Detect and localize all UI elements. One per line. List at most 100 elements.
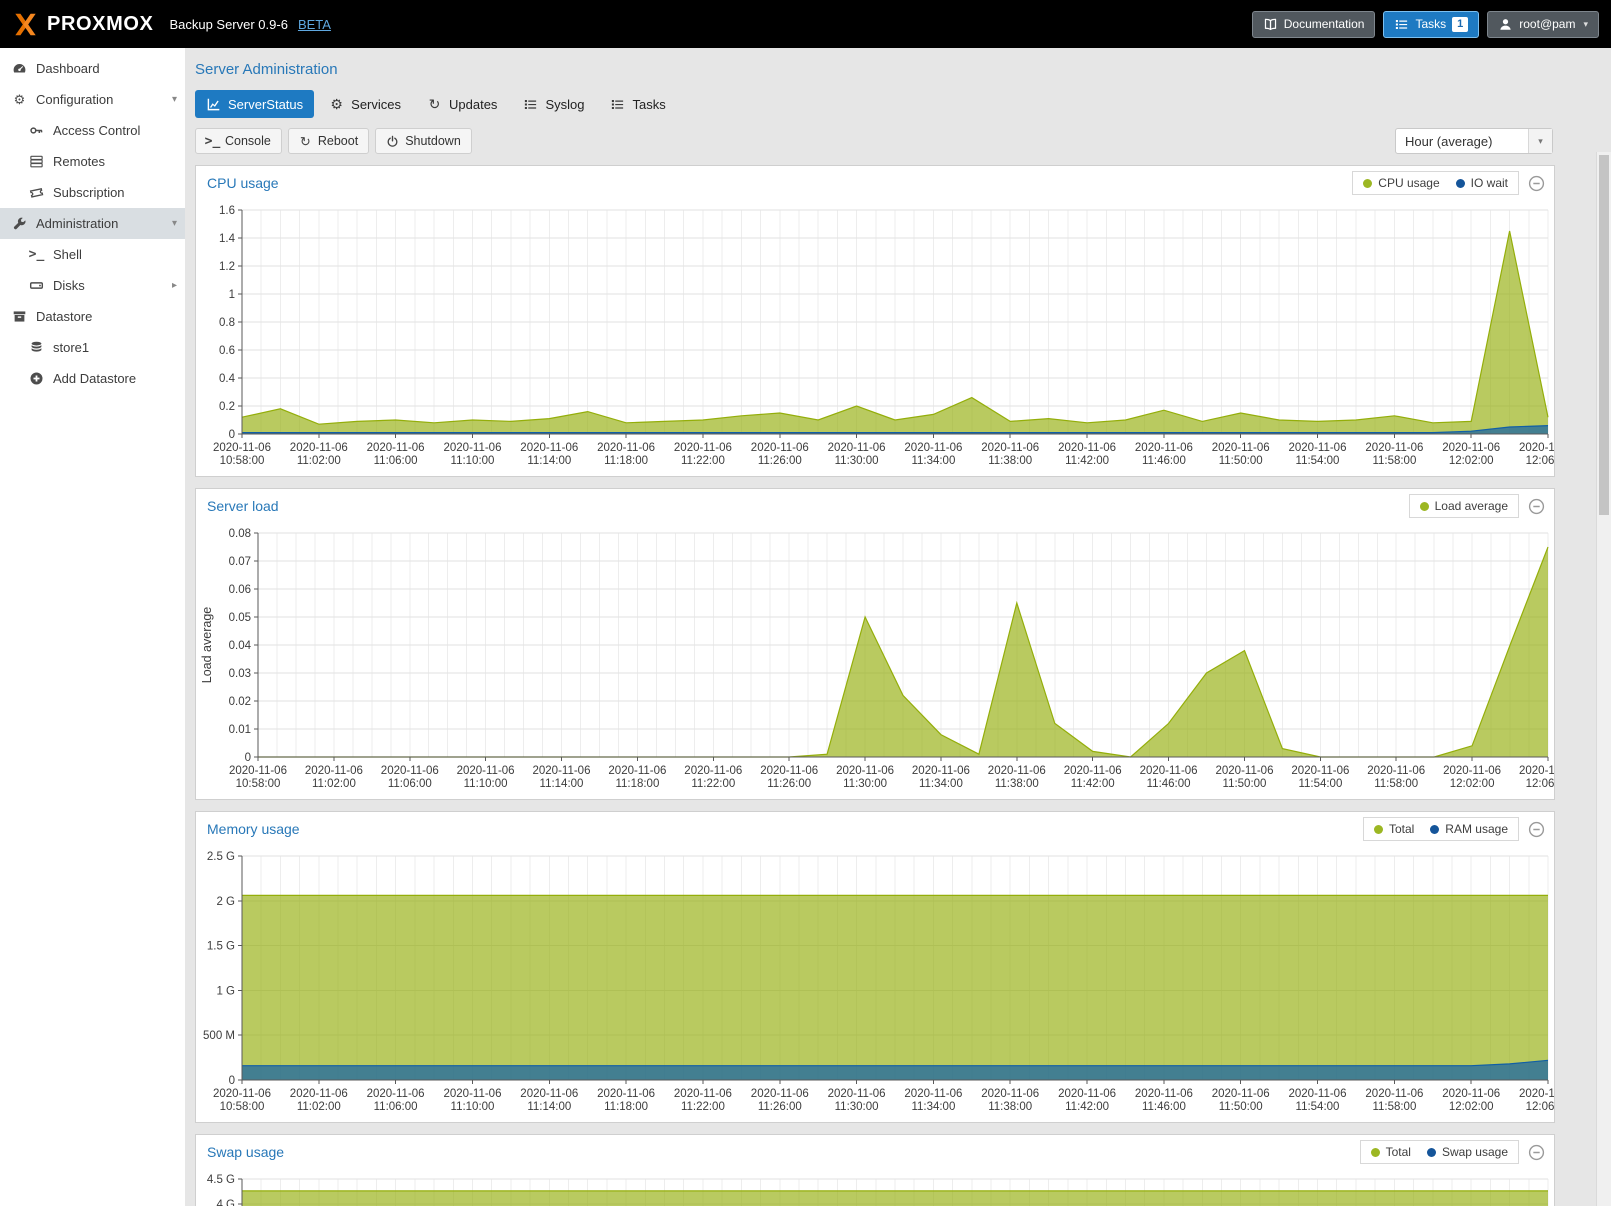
svg-text:12:02:00: 12:02:00 bbox=[1449, 455, 1494, 467]
sidebar-item-remotes[interactable]: Remotes bbox=[0, 146, 185, 177]
reboot-button[interactable]: ↻ Reboot bbox=[288, 128, 369, 154]
chart-swap-usage: 0500 M1 G1.5 G2 G2.5 G3 G3.5 G4 G4.5 G20… bbox=[196, 1169, 1554, 1206]
tab-updates[interactable]: ↻Updates bbox=[416, 90, 508, 118]
scrollbar-thumb[interactable] bbox=[1599, 155, 1609, 515]
collapse-panel-icon[interactable] bbox=[1528, 821, 1545, 838]
sidebar-item-dashboard[interactable]: Dashboard bbox=[0, 53, 185, 84]
svg-text:1.5 G: 1.5 G bbox=[207, 941, 235, 953]
svg-text:2020-11-06: 2020-11-06 bbox=[213, 1088, 271, 1100]
chevron-right-icon[interactable]: ▸ bbox=[172, 280, 177, 291]
hdd-icon bbox=[29, 278, 44, 293]
svg-text:0.03: 0.03 bbox=[229, 668, 251, 680]
legend-item-total[interactable]: Total bbox=[1371, 1145, 1411, 1159]
svg-text:2020-11-06: 2020-11-06 bbox=[1064, 765, 1122, 777]
svg-text:1.6: 1.6 bbox=[219, 205, 235, 217]
panel-title: Memory usage bbox=[207, 821, 300, 837]
svg-text:2020-11-06: 2020-11-06 bbox=[290, 442, 348, 454]
tasks-button[interactable]: Tasks 1 bbox=[1383, 11, 1479, 38]
legend-label: Swap usage bbox=[1442, 1145, 1508, 1159]
legend-item-swap-usage[interactable]: Swap usage bbox=[1427, 1145, 1508, 1159]
sidebar-item-shell[interactable]: >_Shell bbox=[0, 239, 185, 270]
sidebar-item-administration[interactable]: Administration ▾ bbox=[0, 208, 185, 239]
svg-text:0.01: 0.01 bbox=[229, 724, 251, 736]
tab-tasks[interactable]: Tasks bbox=[599, 90, 676, 118]
console-button[interactable]: >_ Console bbox=[195, 128, 282, 154]
svg-text:2020-11-06: 2020-11-06 bbox=[305, 765, 363, 777]
svg-text:11:50:00: 11:50:00 bbox=[1223, 778, 1267, 790]
chevron-down-icon[interactable]: ▾ bbox=[172, 94, 177, 105]
list-icon bbox=[523, 97, 538, 112]
plus-circle-icon bbox=[29, 371, 44, 386]
vertical-scrollbar[interactable] bbox=[1596, 152, 1611, 1206]
svg-text:2020-11-06: 2020-11-06 bbox=[751, 442, 809, 454]
svg-text:2020-11-06: 2020-11-06 bbox=[520, 1088, 578, 1100]
svg-text:10:58:00: 10:58:00 bbox=[220, 1101, 265, 1113]
svg-text:1 G: 1 G bbox=[216, 985, 235, 997]
svg-text:2020-11-06: 2020-11-06 bbox=[1365, 1088, 1423, 1100]
legend-label: Load average bbox=[1435, 499, 1508, 513]
toolbar: >_ Console ↻ Reboot Shutdown Hour (avera… bbox=[195, 128, 1553, 154]
svg-text:0.06: 0.06 bbox=[229, 584, 251, 596]
collapse-panel-icon[interactable] bbox=[1528, 1144, 1545, 1161]
svg-text:11:42:00: 11:42:00 bbox=[1065, 1101, 1109, 1113]
svg-text:2.5 G: 2.5 G bbox=[207, 851, 235, 863]
legend-item-io-wait[interactable]: IO wait bbox=[1456, 176, 1508, 190]
tab-syslog[interactable]: Syslog bbox=[512, 90, 595, 118]
svg-text:0.8: 0.8 bbox=[219, 317, 235, 329]
svg-text:0.07: 0.07 bbox=[229, 556, 251, 568]
collapse-panel-icon[interactable] bbox=[1528, 175, 1545, 192]
sidebar-item-label: Administration bbox=[36, 216, 118, 231]
legend-item-total[interactable]: Total bbox=[1374, 822, 1414, 836]
tab-services[interactable]: ⚙Services bbox=[318, 90, 412, 118]
chart-legend: Total Swap usage bbox=[1360, 1140, 1519, 1164]
legend-dot-icon bbox=[1363, 179, 1372, 188]
user-label: root@pam bbox=[1519, 17, 1575, 31]
sidebar-item-store1[interactable]: store1 bbox=[0, 332, 185, 363]
dropdown-trigger[interactable]: ▾ bbox=[1528, 129, 1552, 153]
documentation-label: Documentation bbox=[1284, 17, 1365, 31]
svg-text:2020-11-06: 2020-11-06 bbox=[674, 442, 732, 454]
svg-text:2020-11-06: 2020-11-06 bbox=[1443, 765, 1501, 777]
sidebar-item-disks[interactable]: Disks▸ bbox=[0, 270, 185, 301]
tab-label: Syslog bbox=[545, 97, 584, 112]
svg-text:2020-11-06: 2020-11-06 bbox=[444, 1088, 502, 1100]
legend-label: Total bbox=[1386, 1145, 1411, 1159]
proxmox-logo-icon bbox=[12, 11, 39, 38]
svg-text:2020-11-06: 2020-11-06 bbox=[213, 442, 271, 454]
chevron-down-icon[interactable]: ▾ bbox=[172, 218, 177, 229]
svg-text:0.6: 0.6 bbox=[219, 345, 235, 357]
legend-item-ram-usage[interactable]: RAM usage bbox=[1430, 822, 1508, 836]
svg-text:11:58:00: 11:58:00 bbox=[1372, 1101, 1416, 1113]
sidebar-item-datastore[interactable]: Datastore bbox=[0, 301, 185, 332]
documentation-button[interactable]: Documentation bbox=[1252, 11, 1376, 38]
sidebar-item-add-datastore[interactable]: Add Datastore bbox=[0, 363, 185, 394]
svg-text:11:10:00: 11:10:00 bbox=[451, 455, 495, 467]
chart-canvas: 00.20.40.60.811.21.41.62020-11-0610:58:0… bbox=[196, 200, 1554, 476]
user-menu-button[interactable]: root@pam ▾ bbox=[1487, 11, 1599, 38]
sidebar-item-configuration[interactable]: ⚙Configuration▾ bbox=[0, 84, 185, 115]
svg-text:2020-11-06: 2020-11-06 bbox=[597, 442, 655, 454]
svg-text:11:38:00: 11:38:00 bbox=[988, 455, 1032, 467]
chart-canvas: 00.010.020.030.040.050.060.070.082020-11… bbox=[196, 523, 1554, 799]
legend-label: CPU usage bbox=[1378, 176, 1439, 190]
timeframe-select[interactable]: Hour (average) ▾ bbox=[1395, 128, 1553, 154]
svg-text:2020-11-06: 2020-11-06 bbox=[904, 1088, 962, 1100]
svg-text:2020-11-06: 2020-11-06 bbox=[981, 442, 1039, 454]
sidebar-item-access-control[interactable]: Access Control bbox=[0, 115, 185, 146]
legend-dot-icon bbox=[1371, 1148, 1380, 1157]
svg-text:11:06:00: 11:06:00 bbox=[374, 1101, 418, 1113]
tab-serverstatus[interactable]: ServerStatus bbox=[195, 90, 314, 118]
sidebar-item-label: Add Datastore bbox=[53, 371, 136, 386]
svg-text:2020-11-06: 2020-11-06 bbox=[751, 1088, 809, 1100]
panel-title: CPU usage bbox=[207, 175, 279, 191]
beta-link[interactable]: BETA bbox=[298, 17, 331, 32]
legend-item-load-average[interactable]: Load average bbox=[1420, 499, 1508, 513]
shutdown-button[interactable]: Shutdown bbox=[375, 128, 472, 154]
collapse-panel-icon[interactable] bbox=[1528, 498, 1545, 515]
svg-text:2020-11-06: 2020-11-06 bbox=[1216, 765, 1274, 777]
sidebar-item-subscription[interactable]: Subscription bbox=[0, 177, 185, 208]
svg-text:11:06:00: 11:06:00 bbox=[388, 778, 432, 790]
legend-item-cpu-usage[interactable]: CPU usage bbox=[1363, 176, 1439, 190]
svg-text:2020-11-06: 2020-11-06 bbox=[1442, 442, 1500, 454]
svg-text:2 G: 2 G bbox=[216, 896, 235, 908]
